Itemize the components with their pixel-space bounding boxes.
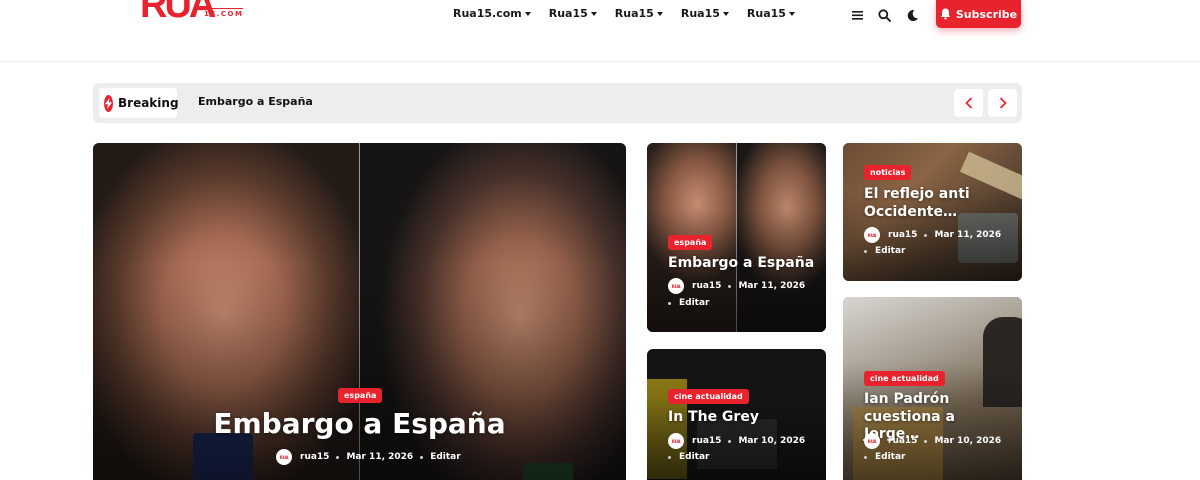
- edit-row: Editar: [668, 452, 710, 462]
- bell-icon: [940, 8, 951, 20]
- author-avatar: RUA: [864, 433, 880, 449]
- menu-icon[interactable]: [848, 6, 866, 24]
- author-name[interactable]: rua15: [692, 281, 721, 291]
- moon-icon[interactable]: [903, 6, 921, 24]
- post-title[interactable]: El reflejo anti Occidente…: [864, 186, 1014, 221]
- author-avatar: RUA: [668, 433, 684, 449]
- post-date: Mar 11, 2026: [738, 281, 806, 291]
- post-card[interactable]: españa Embargo a España RUA rua15 Mar 11…: [647, 143, 826, 332]
- separator-dot: [668, 301, 671, 305]
- chevron-left-icon: [964, 97, 972, 109]
- nav-item-rua15-2[interactable]: Rua15: [615, 7, 663, 20]
- post-meta: RUA rua15 Mar 10, 2026: [668, 433, 805, 449]
- separator-dot: [924, 439, 928, 443]
- nav-item-label: Rua15: [680, 7, 720, 20]
- author-avatar: RUA: [864, 227, 880, 243]
- edit-link[interactable]: Editar: [875, 452, 906, 462]
- nav-item-rua15-com[interactable]: Rua15.com: [453, 7, 531, 20]
- separator-dot: [924, 233, 928, 237]
- breaking-prev-button[interactable]: [954, 89, 983, 117]
- breaking-label: Breaking: [118, 96, 179, 110]
- post-meta: RUA rua15 Mar 11, 2026 Editar: [276, 449, 461, 465]
- search-icon[interactable]: [875, 6, 893, 24]
- post-title[interactable]: Embargo a España: [668, 255, 818, 273]
- nav-item-rua15-4[interactable]: Rua15: [747, 7, 795, 20]
- post-title[interactable]: Embargo a España: [93, 406, 626, 441]
- author-name[interactable]: rua15: [888, 230, 917, 240]
- category-badge[interactable]: españa: [338, 388, 383, 403]
- nav-item-label: Rua15: [548, 7, 588, 20]
- caret-down-icon: [656, 12, 663, 16]
- featured-post-card[interactable]: españa Embargo a España RUA rua15 Mar 11…: [93, 143, 626, 480]
- caret-down-icon: [788, 12, 795, 16]
- separator-dot: [864, 249, 867, 253]
- category-badge[interactable]: cine actualidad: [668, 389, 749, 404]
- nav-item-label: Rua15: [746, 7, 786, 20]
- post-card[interactable]: cine actualidad Ian Padrón cuestiona a J…: [843, 297, 1022, 480]
- edit-link[interactable]: Editar: [679, 298, 710, 308]
- category-badge[interactable]: cine actualidad: [864, 371, 945, 386]
- breaking-badge: Breaking: [99, 88, 179, 118]
- post-date: Mar 11, 2026: [934, 230, 1002, 240]
- bolt-icon: [104, 94, 113, 112]
- breaking-news-bar: Breaking Embargo a España: [93, 83, 1022, 123]
- post-title[interactable]: In The Grey: [668, 409, 818, 427]
- separator-dot: [420, 455, 424, 459]
- separator-dot: [728, 284, 732, 288]
- post-date: Mar 10, 2026: [934, 436, 1002, 446]
- category-badge[interactable]: noticias: [864, 165, 912, 180]
- author-name[interactable]: rua15: [300, 452, 329, 462]
- post-meta: RUA rua15 Mar 11, 2026: [668, 278, 805, 294]
- chevron-right-icon: [999, 97, 1007, 109]
- edit-link[interactable]: Editar: [875, 246, 906, 256]
- author-name[interactable]: rua15: [692, 436, 721, 446]
- nav-item-rua15-1[interactable]: Rua15: [549, 7, 597, 20]
- author-avatar: RUA: [276, 449, 292, 465]
- site-header: RUA 15.COM Rua15.com Rua15 Rua15 Rua15 R…: [0, 0, 1200, 62]
- author-name[interactable]: rua15: [888, 436, 917, 446]
- edit-row: Editar: [864, 246, 906, 256]
- separator-dot: [864, 455, 867, 459]
- nav-item-rua15-3[interactable]: Rua15: [681, 7, 729, 20]
- separator-dot: [336, 455, 340, 459]
- post-meta: RUA rua15 Mar 11, 2026: [864, 227, 1001, 243]
- author-avatar: RUA: [668, 278, 684, 294]
- subscribe-label: Subscribe: [955, 7, 1018, 21]
- post-card[interactable]: cine actualidad In The Grey RUA rua15 Ma…: [647, 349, 826, 480]
- subscribe-button[interactable]: Subscribe: [936, 0, 1021, 28]
- nav-item-label: Rua15: [614, 7, 654, 20]
- edit-row: Editar: [864, 452, 906, 462]
- site-logo[interactable]: RUA 15.COM: [140, 0, 260, 26]
- category-badge[interactable]: españa: [668, 235, 713, 250]
- edit-link[interactable]: Editar: [679, 452, 710, 462]
- caret-down-icon: [524, 12, 531, 16]
- caret-down-icon: [590, 12, 597, 16]
- breaking-headline[interactable]: Embargo a España: [198, 95, 313, 108]
- breaking-next-button[interactable]: [988, 89, 1017, 117]
- main-nav: Rua15.com Rua15 Rua15 Rua15 Rua15: [453, 7, 795, 20]
- post-date: Mar 10, 2026: [738, 436, 806, 446]
- post-card[interactable]: noticias El reflejo anti Occidente… RUA …: [843, 143, 1022, 281]
- separator-dot: [668, 455, 671, 459]
- logo-domain: 15.COM: [204, 8, 244, 18]
- post-meta: RUA rua15 Mar 10, 2026: [864, 433, 1001, 449]
- nav-item-label: Rua15.com: [453, 7, 522, 20]
- separator-dot: [728, 439, 732, 443]
- post-date: Mar 11, 2026: [346, 452, 414, 462]
- caret-down-icon: [722, 12, 729, 16]
- edit-row: Editar: [668, 298, 710, 308]
- edit-link[interactable]: Editar: [430, 452, 461, 462]
- logo-wordmark: RUA: [140, 0, 216, 26]
